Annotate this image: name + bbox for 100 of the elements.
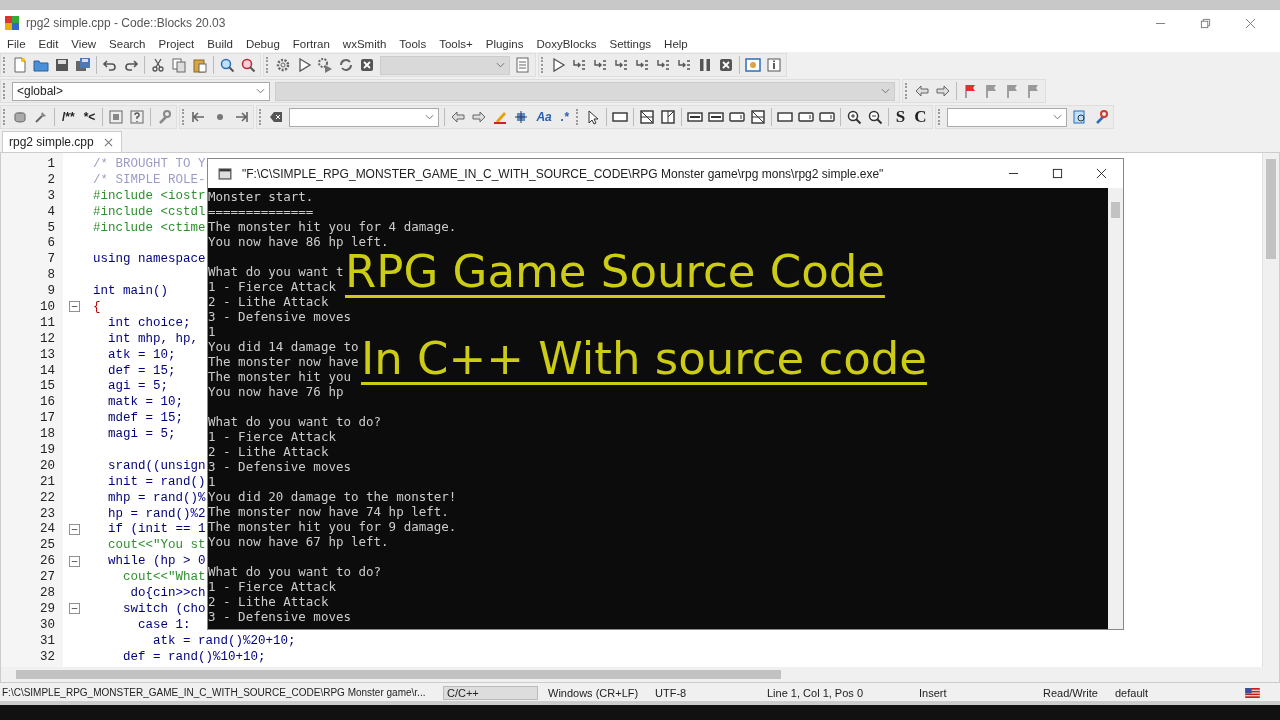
rebuild-icon[interactable]	[338, 57, 354, 73]
status-field: F:\C\SIMPLE_RPG_MONSTER_GAME_IN_C_WITH_SOURCE_CODE\RPG Monster game\r...	[0, 687, 443, 698]
line-number: 14	[39, 363, 55, 378]
play-icon[interactable]	[296, 57, 312, 73]
back-icon[interactable]	[450, 109, 467, 125]
scissors-icon[interactable]	[150, 57, 166, 73]
fold-icon[interactable]	[68, 301, 80, 313]
menu-item[interactable]: Edit	[38, 38, 59, 50]
info-icon[interactable]	[766, 57, 782, 73]
copy-icon[interactable]	[171, 57, 187, 73]
stop-icon[interactable]	[359, 57, 375, 73]
scope-dropdown[interactable]: <global>	[12, 81, 270, 101]
bar-icon[interactable]	[707, 109, 724, 125]
fold-icon[interactable]	[68, 603, 80, 615]
frame-icon[interactable]	[797, 109, 814, 125]
rectangle-icon[interactable]	[776, 109, 793, 125]
horizontal-scrollbar[interactable]	[1, 667, 1279, 682]
menu-item[interactable]: Tools+	[439, 38, 473, 50]
panel-icon[interactable]	[749, 109, 766, 125]
status-field: default	[1113, 686, 1245, 699]
code-line: cout<<"You st	[107, 538, 206, 553]
menu-item[interactable]: Tools	[399, 38, 427, 50]
menu-item[interactable]: Plugins	[485, 38, 524, 50]
menu-item[interactable]: Help	[664, 38, 688, 50]
redo-icon[interactable]	[123, 57, 139, 73]
menu-item[interactable]: Fortran	[292, 38, 330, 50]
close-icon[interactable]	[1096, 168, 1107, 179]
console-line: ==============	[208, 204, 314, 219]
inline-comment-button[interactable]: *<	[81, 110, 98, 124]
rectangle-icon[interactable]	[611, 109, 628, 125]
line-number: 30	[39, 617, 55, 632]
stop-icon[interactable]	[718, 57, 734, 73]
fold-icon[interactable]	[68, 555, 80, 567]
database-icon[interactable]	[12, 109, 28, 125]
pause-icon[interactable]	[697, 57, 713, 73]
debug-play-icon[interactable]	[550, 57, 566, 73]
restore-icon[interactable]	[1200, 17, 1211, 29]
step-into-icon[interactable]	[592, 57, 608, 73]
highlight-icon[interactable]	[492, 109, 509, 125]
next-instruction-icon[interactable]	[634, 57, 650, 73]
component-icon[interactable]	[513, 109, 530, 125]
menu-item[interactable]: Search	[109, 38, 146, 50]
menu-item[interactable]: DoxyBlocks	[536, 38, 597, 50]
gear-icon[interactable]	[275, 57, 291, 73]
frame-icon[interactable]	[728, 109, 745, 125]
console-line: 1	[208, 474, 216, 489]
line-number: 15	[39, 379, 55, 394]
search-icon[interactable]	[219, 57, 235, 73]
console-scrollbar[interactable]	[1108, 188, 1123, 629]
console-line: 3 - Defensive moves	[208, 609, 351, 624]
debug-window-icon[interactable]	[745, 57, 761, 73]
save-all-icon[interactable]	[75, 57, 91, 73]
box-icon[interactable]	[108, 109, 125, 125]
frame-icon[interactable]	[818, 109, 835, 125]
forward-icon[interactable]	[471, 109, 488, 125]
menu-item[interactable]: wxSmith	[342, 38, 387, 50]
code-line: mdef = 15;	[107, 411, 183, 426]
undo-icon[interactable]	[102, 57, 118, 73]
regex-button[interactable]: .*	[558, 110, 571, 124]
line-number: 27	[39, 570, 55, 585]
menu-item[interactable]: View	[71, 38, 97, 50]
back-icon[interactable]	[914, 83, 930, 99]
open-folder-icon[interactable]	[33, 57, 49, 73]
fold-icon[interactable]	[68, 523, 80, 535]
zoom-in-icon[interactable]	[845, 109, 862, 125]
vertical-scrollbar[interactable]	[1262, 153, 1279, 667]
flag-icon[interactable]	[962, 83, 978, 99]
help-icon[interactable]	[129, 109, 146, 125]
caret-icon	[496, 62, 505, 68]
line-number: 16	[39, 395, 55, 410]
step-out-icon[interactable]	[613, 57, 629, 73]
gear-play-icon[interactable]	[317, 57, 333, 73]
console-line: 2 - Lithe Attack	[208, 594, 329, 609]
tool-icon[interactable]	[33, 109, 49, 125]
forward-icon[interactable]	[935, 83, 951, 99]
match-case-button[interactable]: Aa	[534, 110, 554, 124]
run-to-cursor-icon[interactable]	[676, 57, 692, 73]
paste-icon[interactable]	[192, 57, 208, 73]
serif-c-button[interactable]: C	[912, 107, 929, 127]
line-number: 25	[39, 538, 55, 553]
maximize-icon[interactable]	[1052, 168, 1063, 179]
menu-item[interactable]: Debug	[245, 38, 280, 50]
menu-item[interactable]: Build	[207, 38, 233, 50]
serif-s-button[interactable]: S	[893, 107, 908, 127]
menu-item[interactable]: Project	[158, 38, 195, 50]
doc-comment-button[interactable]: /**	[60, 110, 77, 124]
replace-icon[interactable]	[240, 57, 256, 73]
clear-icon[interactable]	[268, 109, 285, 125]
step-instruction-icon[interactable]	[655, 57, 671, 73]
step-icon[interactable]	[571, 57, 587, 73]
zoom-out-icon[interactable]	[866, 109, 883, 125]
jump-forward-icon[interactable]	[233, 109, 250, 125]
bar-icon[interactable]	[686, 109, 703, 125]
grid-icon[interactable]	[659, 109, 676, 125]
panel-icon[interactable]	[638, 109, 655, 125]
save-icon[interactable]	[54, 57, 70, 73]
menu-item[interactable]: File	[7, 38, 26, 50]
line-number: 31	[39, 633, 55, 648]
menu-item[interactable]: Settings	[609, 38, 652, 50]
file-tab[interactable]: rpg2 simple.cpp	[2, 131, 122, 152]
